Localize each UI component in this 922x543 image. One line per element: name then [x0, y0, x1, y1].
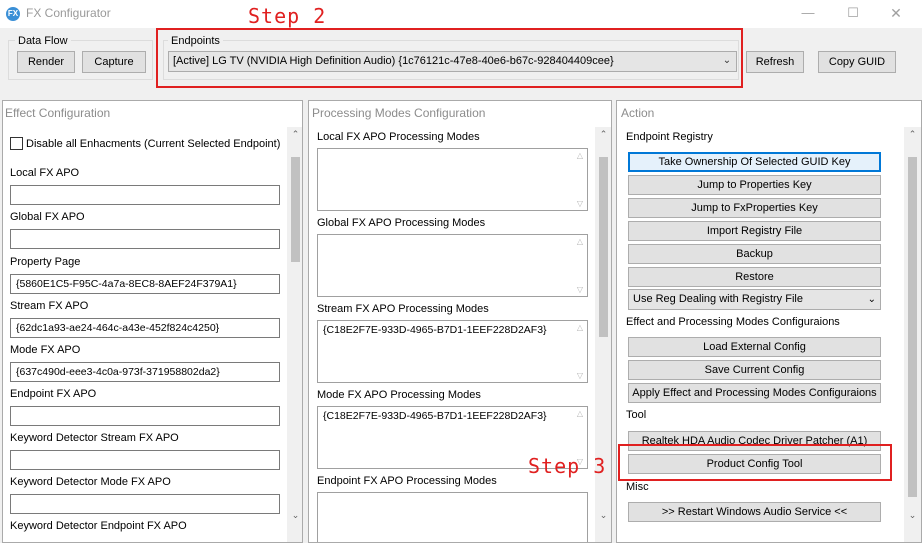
stream-modes-label: Stream FX APO Processing Modes [317, 303, 489, 315]
mode-fx-apo-field[interactable]: {637c490d-eee3-4c0a-973f-371958802da2} [10, 362, 280, 382]
kd-endpoint-fx-apo-label: Keyword Detector Endpoint FX APO [10, 520, 187, 532]
scroll-up-icon[interactable]: ⌃ [287, 129, 302, 140]
tool-header: Tool [626, 409, 647, 421]
capture-button[interactable]: Capture [82, 51, 146, 73]
scroll-thumb[interactable] [908, 157, 917, 497]
data-flow-label: Data Flow [15, 35, 71, 47]
modes-pane-title: Processing Modes Configuration [312, 106, 486, 120]
maximize-button[interactable]: ☐ [843, 4, 863, 22]
chevron-down-icon[interactable]: ⌄ [868, 290, 876, 309]
effect-pane-title: Effect Configuration [5, 106, 111, 120]
local-fx-apo-field[interactable] [10, 185, 280, 205]
action-scrollbar[interactable]: ⌃ ⌄ [904, 127, 921, 542]
stream-modes-value: {C18E2F7E-933D-4965-B7D1-1EEF228D2AF3} [323, 324, 547, 336]
refresh-button[interactable]: Refresh [746, 51, 804, 73]
local-modes-label: Local FX APO Processing Modes [317, 131, 480, 143]
window-title: FX Configurator [26, 6, 111, 20]
restart-audio-service-button[interactable]: >> Restart Windows Audio Service << [628, 502, 881, 522]
step3-highlight-box [618, 444, 892, 481]
global-modes-field[interactable]: △ ▽ [317, 234, 588, 297]
property-page-label: Property Page [10, 256, 81, 268]
disable-all-checkbox[interactable] [10, 137, 23, 150]
kd-stream-fx-apo-label: Keyword Detector Stream FX APO [10, 432, 179, 444]
modes-scrollbar[interactable]: ⌃ ⌄ [595, 127, 611, 542]
config-header: Effect and Processing Modes Configuraion… [626, 316, 840, 328]
kd-stream-fx-apo-field[interactable] [10, 450, 280, 470]
scroll-down-icon[interactable]: ▽ [575, 371, 585, 380]
scroll-up-icon[interactable]: ⌃ [904, 129, 921, 140]
stream-modes-field[interactable]: {C18E2F7E-933D-4965-B7D1-1EEF228D2AF3} △… [317, 320, 588, 383]
global-modes-label: Global FX APO Processing Modes [317, 217, 486, 229]
disable-all-label: Disable all Enhacments (Current Selected… [26, 138, 281, 150]
mode-modes-label: Mode FX APO Processing Modes [317, 389, 481, 401]
scroll-up-icon[interactable]: △ [575, 237, 585, 246]
global-fx-apo-field[interactable] [10, 229, 280, 249]
backup-button[interactable]: Backup [628, 244, 881, 264]
endpoint-fx-apo-field[interactable] [10, 406, 280, 426]
jump-properties-button[interactable]: Jump to Properties Key [628, 175, 881, 195]
restore-button[interactable]: Restore [628, 267, 881, 287]
scroll-down-icon[interactable]: ▽ [575, 199, 585, 208]
endpoint-fx-apo-label: Endpoint FX APO [10, 388, 97, 400]
kd-mode-fx-apo-label: Keyword Detector Mode FX APO [10, 476, 171, 488]
action-pane-title: Action [621, 106, 655, 120]
load-external-config-button[interactable]: Load External Config [628, 337, 881, 357]
import-registry-button[interactable]: Import Registry File [628, 221, 881, 241]
title-bar [0, 0, 922, 28]
misc-header: Misc [626, 481, 649, 493]
apply-config-button[interactable]: Apply Effect and Processing Modes Config… [628, 383, 881, 403]
endpoint-modes-label: Endpoint FX APO Processing Modes [317, 475, 497, 487]
scroll-thumb[interactable] [599, 157, 608, 337]
scroll-down-icon[interactable]: ⌄ [287, 510, 302, 521]
endpoint-registry-header: Endpoint Registry [626, 131, 713, 143]
scroll-down-icon[interactable]: ⌄ [904, 510, 921, 521]
stream-fx-apo-field[interactable]: {62dc1a93-ae24-464c-a43e-452f824c4250} [10, 318, 280, 338]
scroll-down-icon[interactable]: ⌄ [595, 510, 611, 521]
endpoint-modes-field[interactable] [317, 492, 588, 542]
jump-fxproperties-button[interactable]: Jump to FxProperties Key [628, 198, 881, 218]
mode-modes-value: {C18E2F7E-933D-4965-B7D1-1EEF228D2AF3} [323, 410, 547, 422]
step2-label: Step 2 [248, 4, 327, 28]
kd-mode-fx-apo-field[interactable] [10, 494, 280, 514]
global-fx-apo-label: Global FX APO [10, 211, 85, 223]
effect-configuration-pane: Effect Configuration Disable all Enhacme… [2, 100, 303, 543]
property-page-field[interactable]: {5860E1C5-F95C-4a7a-8EC8-8AEF24F379A1} [10, 274, 280, 294]
scroll-thumb[interactable] [291, 157, 300, 262]
stream-fx-apo-label: Stream FX APO [10, 300, 89, 312]
effect-scrollbar[interactable]: ⌃ ⌄ [287, 127, 302, 542]
scroll-up-icon[interactable]: △ [575, 409, 585, 418]
reg-dealing-value: Use Reg Dealing with Registry File [633, 293, 803, 305]
local-modes-field[interactable]: △ ▽ [317, 148, 588, 211]
render-button[interactable]: Render [17, 51, 75, 73]
scroll-down-icon[interactable]: ▽ [575, 285, 585, 294]
app-icon: FX [6, 7, 20, 21]
scroll-up-icon[interactable]: ⌃ [595, 129, 611, 140]
scroll-up-icon[interactable]: △ [575, 151, 585, 160]
step2-highlight-box [156, 28, 743, 88]
copy-guid-button[interactable]: Copy GUID [818, 51, 896, 73]
minimize-button[interactable]: — [798, 4, 818, 22]
take-ownership-button[interactable]: Take Ownership Of Selected GUID Key [628, 152, 881, 172]
mode-fx-apo-label: Mode FX APO [10, 344, 81, 356]
step3-label: Step 3 [528, 454, 607, 478]
save-current-config-button[interactable]: Save Current Config [628, 360, 881, 380]
close-button[interactable]: ✕ [886, 4, 906, 22]
scroll-up-icon[interactable]: △ [575, 323, 585, 332]
reg-dealing-select[interactable]: Use Reg Dealing with Registry File ⌄ [628, 289, 881, 310]
local-fx-apo-label: Local FX APO [10, 167, 80, 179]
